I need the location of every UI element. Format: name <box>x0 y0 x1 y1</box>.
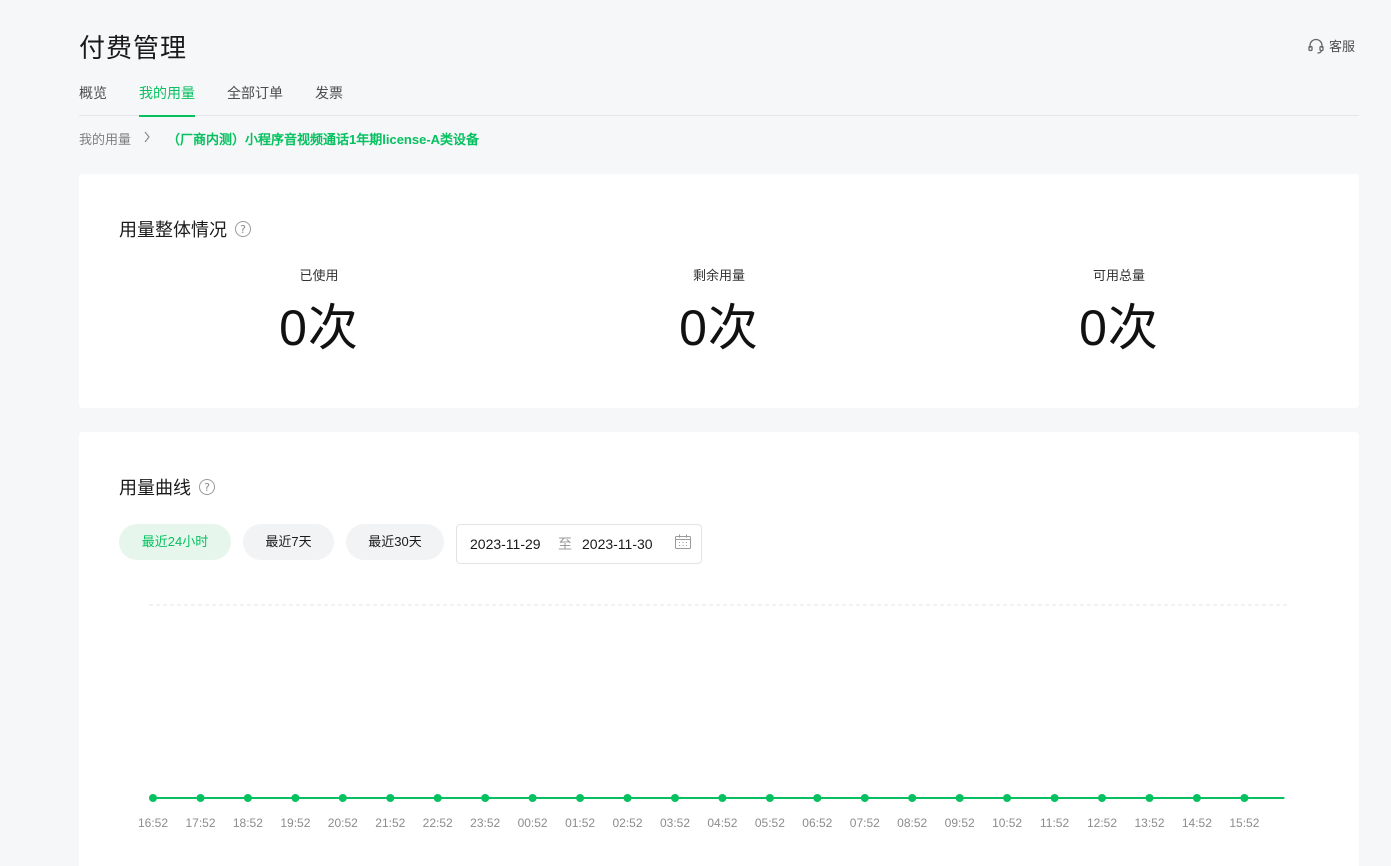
stat-total-label: 可用总量 <box>1092 268 1145 283</box>
calendar-icon[interactable] <box>675 525 691 563</box>
stat-remaining-label: 剩余用量 <box>692 268 745 283</box>
x-tick-label: 20:52 <box>328 816 358 830</box>
x-tick-label: 16:52 <box>138 816 168 830</box>
tab-bar: 概览 我的用量 全部订单 发票 <box>79 82 1359 117</box>
headset-icon <box>1307 37 1325 55</box>
date-start-input[interactable]: 2023-11-29 <box>470 525 541 563</box>
x-tick-label: 15:52 <box>1229 816 1259 830</box>
data-point[interactable] <box>1240 794 1249 802</box>
x-tick-label: 03:52 <box>660 816 690 830</box>
x-tick-label: 08:52 <box>897 816 927 830</box>
overview-title: 用量整体情况 <box>119 220 227 240</box>
data-point[interactable] <box>718 794 727 802</box>
x-tick-label: 14:52 <box>1182 816 1212 830</box>
usage-line-chart: 16:52 17:52 18:52 19:52 20:52 21:52 22:52 23:52… <box>138 604 1287 830</box>
x-tick-label: 00:52 <box>518 816 548 830</box>
x-tick-label: 19:52 <box>280 816 310 830</box>
x-tick-label: 12:52 <box>1087 816 1117 830</box>
x-tick-label: 18:52 <box>233 816 263 830</box>
tab-overview[interactable]: 概览 <box>79 82 107 116</box>
data-point[interactable] <box>149 794 157 802</box>
curve-title: 用量曲线 <box>119 478 191 498</box>
data-point[interactable] <box>1192 794 1201 802</box>
range-30d-button[interactable]: 最近30天 <box>346 524 444 560</box>
stat-remaining: 剩余用量 0次 <box>619 266 819 356</box>
help-icon[interactable]: ? <box>235 221 251 237</box>
x-tick-label: 02:52 <box>612 816 642 830</box>
data-point[interactable] <box>765 794 774 802</box>
data-point[interactable] <box>528 794 537 802</box>
data-point[interactable] <box>1098 794 1106 802</box>
x-tick-label: 05:52 <box>755 816 785 830</box>
date-end-input[interactable]: 2023-11-30 <box>582 525 653 563</box>
data-point[interactable] <box>338 794 347 802</box>
data-point[interactable] <box>386 794 395 802</box>
stat-total-value: 0次 <box>1079 300 1159 356</box>
data-point[interactable] <box>908 794 917 802</box>
date-separator: 至 <box>558 536 572 552</box>
stat-used: 已使用 0次 <box>219 266 419 356</box>
x-tick-label: 21:52 <box>375 816 405 830</box>
x-tick-label: 11:52 <box>1040 816 1069 830</box>
stat-total: 可用总量 0次 <box>1019 266 1219 356</box>
overview-title-row: 用量整体情况 ? <box>119 216 251 242</box>
range-7d-button[interactable]: 最近7天 <box>243 524 334 560</box>
data-point[interactable] <box>576 794 585 802</box>
x-tick-label: 07:52 <box>850 816 880 830</box>
x-tick-label: 10:52 <box>992 816 1022 830</box>
x-tick-label: 04:52 <box>707 816 737 830</box>
breadcrumb: 我的用量 （厂商内测）小程序音视频通话1年期license-A类设备 <box>79 129 479 148</box>
page-title: 付费管理 <box>79 33 188 63</box>
data-point[interactable] <box>623 794 632 802</box>
x-tick-label: 22:52 <box>423 816 453 830</box>
data-point[interactable] <box>1145 794 1154 802</box>
tab-all-orders[interactable]: 全部订单 <box>227 82 283 116</box>
x-tick-label: 17:52 <box>185 816 215 830</box>
x-tick-label: 09:52 <box>945 816 975 830</box>
usage-curve-card: 用量曲线 ? 最近24小时 最近7天 最近30天 2023-11-29 至 20… <box>79 432 1359 866</box>
stat-remaining-value: 0次 <box>679 300 759 356</box>
tab-my-usage[interactable]: 我的用量 <box>139 82 195 117</box>
x-tick-label: 23:52 <box>470 816 500 830</box>
x-tick-label: 06:52 <box>802 816 832 830</box>
help-icon[interactable]: ? <box>199 479 215 495</box>
x-tick-label: 13:52 <box>1134 816 1164 830</box>
breadcrumb-parent[interactable]: 我的用量 <box>79 129 131 148</box>
data-point[interactable] <box>196 794 205 802</box>
data-point[interactable] <box>243 794 252 802</box>
data-point[interactable] <box>481 794 490 802</box>
customer-service-label: 客服 <box>1329 39 1356 54</box>
usage-overview-card: 用量整体情况 ? 已使用 0次 剩余用量 0次 可用总量 0次 <box>79 174 1359 408</box>
data-point[interactable] <box>813 794 822 802</box>
date-range-picker[interactable]: 2023-11-29 至 2023-11-30 <box>456 524 702 564</box>
customer-service-link[interactable]: 客服 <box>1307 36 1355 55</box>
curve-title-row: 用量曲线 ? <box>119 474 215 500</box>
data-point[interactable] <box>433 794 442 802</box>
data-point[interactable] <box>955 794 964 802</box>
data-point[interactable] <box>1003 794 1012 802</box>
chart-tick-layer: 16:52 17:52 18:52 19:52 20:52 21:52 22:52 23:52… <box>138 816 1260 830</box>
data-point[interactable] <box>860 794 869 802</box>
data-point[interactable] <box>1050 794 1059 802</box>
x-tick-label: 01:52 <box>565 816 595 830</box>
range-24h-button[interactable]: 最近24小时 <box>119 524 231 560</box>
tab-invoice[interactable]: 发票 <box>315 82 343 116</box>
data-point[interactable] <box>291 794 300 802</box>
chevron-right-icon <box>143 131 151 146</box>
stat-used-value: 0次 <box>279 300 359 356</box>
breadcrumb-current: （厂商内测）小程序音视频通话1年期license-A类设备 <box>167 132 480 147</box>
stat-used-label: 已使用 <box>299 268 339 283</box>
data-point[interactable] <box>671 794 679 802</box>
